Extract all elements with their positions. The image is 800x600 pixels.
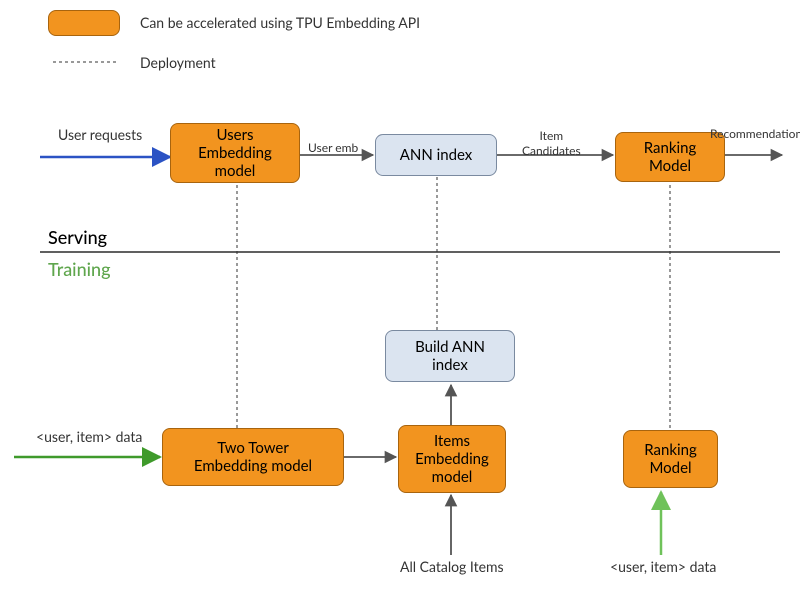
diagram-canvas — [0, 0, 800, 600]
user-requests-label: User requests — [58, 126, 142, 143]
serving-section-label: Serving — [48, 226, 107, 248]
item-candidates-label: ItemCandidates — [522, 128, 581, 158]
items-embedding-label: ItemsEmbeddingmodel — [415, 432, 489, 486]
users-embedding-label: UsersEmbeddingmodel — [198, 126, 272, 180]
catalog-items-label: All Catalog Items — [400, 558, 504, 575]
recommendations-label: Recommendations — [710, 126, 800, 141]
legend-swatch — [48, 10, 120, 36]
users-embedding-box: UsersEmbeddingmodel — [170, 123, 300, 183]
ann-index-box: ANN index — [375, 134, 497, 176]
two-tower-label: Two TowerEmbedding model — [194, 439, 312, 475]
ranking-model-training-label: RankingModel — [644, 441, 697, 477]
training-section-label: Training — [48, 258, 111, 280]
ann-index-label: ANN index — [400, 146, 473, 164]
user-item-data-label: <user, item> data — [36, 428, 142, 445]
items-embedding-box: ItemsEmbeddingmodel — [398, 425, 506, 493]
legend-swatch-label: Can be accelerated using TPU Embedding A… — [140, 14, 420, 31]
ranking-model-serving-label: RankingModel — [644, 139, 697, 175]
ranking-input-label: <user, item> data — [610, 558, 716, 575]
build-ann-box: Build ANNindex — [385, 330, 515, 382]
build-ann-label: Build ANNindex — [415, 338, 485, 374]
user-emb-label: User emb — [308, 140, 358, 155]
legend-dashed-label: Deployment — [140, 54, 216, 71]
ranking-model-training-box: RankingModel — [623, 430, 718, 488]
ranking-model-serving-box: RankingModel — [615, 132, 725, 182]
two-tower-box: Two TowerEmbedding model — [162, 428, 344, 486]
